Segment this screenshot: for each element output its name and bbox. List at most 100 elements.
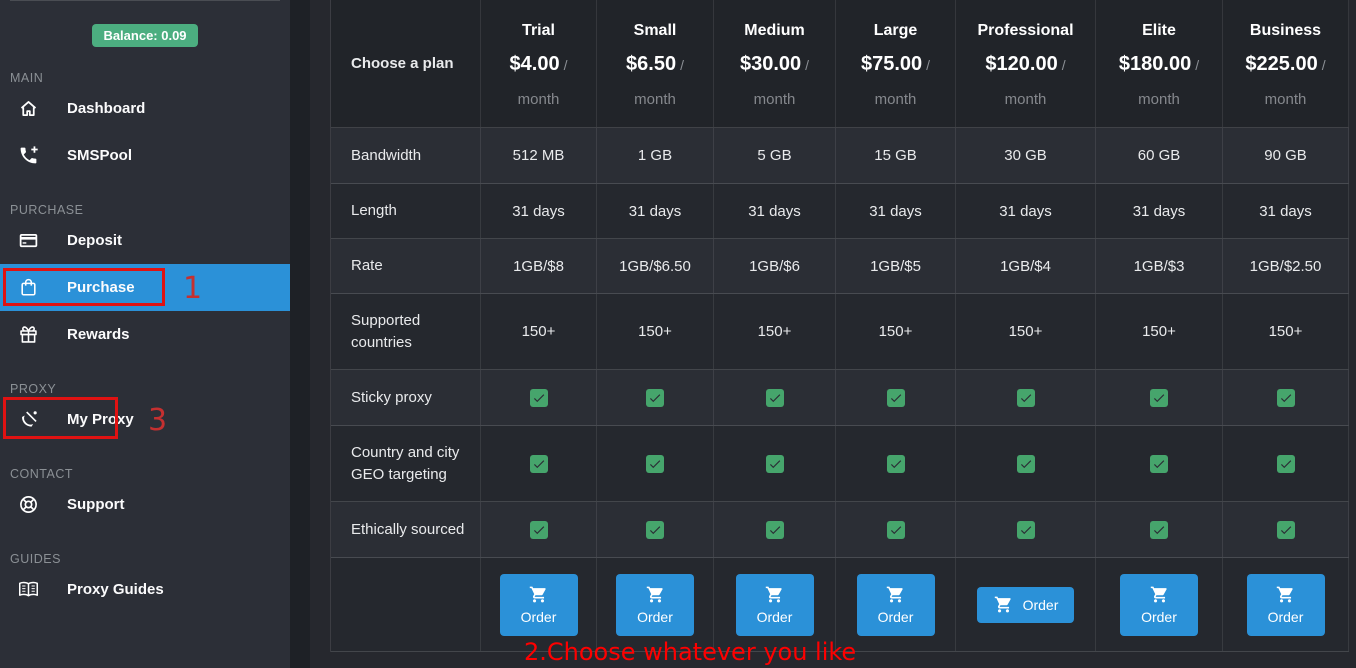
choose-a-plan-label: Choose a plan — [331, 0, 481, 127]
plan-name: Medium — [744, 22, 804, 40]
price-separator: / — [1062, 57, 1066, 73]
plan-price: $120.00 — [985, 53, 1057, 75]
order-cell-small: Order — [597, 558, 714, 651]
open-book-icon — [17, 579, 39, 601]
order-button-trial[interactable]: Order — [500, 574, 578, 636]
order-button-large[interactable]: Order — [857, 574, 935, 636]
feature-value: 150+ — [481, 294, 597, 369]
checked-checkbox-icon — [887, 521, 905, 539]
shopping-bag-icon — [17, 277, 39, 299]
order-button-label: Order — [757, 609, 793, 625]
checked-checkbox-icon — [1277, 389, 1295, 407]
feature-check-cell — [481, 426, 597, 501]
plan-header-row: Choose a planTrial$4.00/monthSmall$6.50/… — [331, 0, 1349, 128]
feature-value: 1 GB — [597, 128, 714, 183]
nav-section-guides: GUIDESProxy Guides — [0, 552, 290, 613]
sidebar-item-label: My Proxy — [67, 411, 134, 428]
plan-header-small: Small $6.50/ month — [597, 0, 714, 127]
nav-section-proxy: PROXYMy Proxy3 — [0, 382, 290, 443]
plan-per-month: month — [1005, 91, 1047, 108]
plan-header-large: Large$75.00/month — [836, 0, 956, 127]
feature-value: 60 GB — [1096, 128, 1223, 183]
sidebar-item-rewards[interactable]: Rewards — [0, 311, 290, 358]
feature-check-cell — [1096, 426, 1223, 501]
price-separator: / — [1322, 57, 1326, 73]
sidebar-content-gap — [290, 0, 310, 668]
feature-value: 1GB/$3 — [1096, 239, 1223, 293]
sidebar-item-deposit[interactable]: Deposit — [0, 217, 290, 264]
feature-check-cell — [956, 502, 1096, 557]
checked-checkbox-icon — [646, 389, 664, 407]
checked-checkbox-icon — [887, 389, 905, 407]
plan-per-month: month — [634, 91, 676, 108]
sidebar-item-proxy-guides[interactable]: Proxy Guides — [0, 566, 290, 613]
checked-checkbox-icon — [1150, 389, 1168, 407]
checked-checkbox-icon — [646, 455, 664, 473]
pricing-table: Choose a planTrial$4.00/monthSmall$6.50/… — [330, 0, 1349, 652]
plan-price: $6.50 — [626, 53, 676, 75]
plan-name: Small — [634, 22, 677, 40]
order-cell-business: Order — [1223, 558, 1349, 651]
feature-value: 150+ — [836, 294, 956, 369]
sidebar-item-purchase[interactable]: Purchase1 — [0, 264, 290, 311]
feature-value: 31 days — [956, 184, 1096, 238]
order-button-label: Order — [521, 609, 557, 625]
plan-price-line: $4.00/ — [510, 53, 568, 76]
checked-checkbox-icon — [1150, 521, 1168, 539]
price-separator: / — [680, 57, 684, 73]
checked-checkbox-icon — [766, 455, 784, 473]
checked-checkbox-icon — [766, 521, 784, 539]
order-button-business[interactable]: Order — [1247, 574, 1325, 636]
plan-per-month: month — [754, 91, 796, 108]
order-cell-trial: Order — [481, 558, 597, 651]
cart-icon — [993, 595, 1014, 614]
checked-checkbox-icon — [530, 389, 548, 407]
checked-checkbox-icon — [887, 455, 905, 473]
plan-price-line: $30.00/ — [740, 53, 809, 76]
feature-check-cell — [714, 502, 836, 557]
order-cell-professional: Order — [956, 558, 1096, 651]
order-button-label: Order — [878, 609, 914, 625]
main-content: Choose a planTrial$4.00/monthSmall$6.50/… — [310, 0, 1356, 668]
checked-checkbox-icon — [1017, 521, 1035, 539]
home-icon — [17, 98, 39, 120]
feature-check-cell — [481, 370, 597, 425]
nav-section-purchase: PURCHASEDepositPurchase1Rewards — [0, 203, 290, 358]
feature-label: Supported countries — [331, 294, 481, 369]
order-row-empty-cell — [331, 558, 481, 651]
plan-price-line: $225.00/ — [1245, 53, 1325, 76]
order-cell-elite: Order — [1096, 558, 1223, 651]
nav-section-label: CONTACT — [10, 467, 290, 481]
feature-check-cell — [1223, 502, 1349, 557]
checked-checkbox-icon — [1277, 521, 1295, 539]
plan-per-month: month — [875, 91, 917, 108]
feature-check-cell — [597, 502, 714, 557]
cart-icon — [764, 585, 785, 604]
feature-label: Country and city GEO targeting — [331, 426, 481, 501]
sidebar-item-support[interactable]: Support — [0, 481, 290, 528]
sidebar-item-label: Proxy Guides — [67, 581, 164, 598]
plan-header-professional: Professional$120.00/month — [956, 0, 1096, 127]
plan-price-line: $180.00/ — [1119, 53, 1199, 76]
order-button-elite[interactable]: Order — [1120, 574, 1198, 636]
order-button-label: Order — [637, 609, 673, 625]
feature-value: 5 GB — [714, 128, 836, 183]
feature-row-bandwidth: Bandwidth512 MB1 GB5 GB15 GB30 GB60 GB90… — [331, 128, 1349, 184]
feature-check-cell — [836, 426, 956, 501]
feature-value: 31 days — [714, 184, 836, 238]
order-button-small[interactable]: Order — [616, 574, 694, 636]
cart-icon — [528, 585, 549, 604]
feature-check-cell — [836, 502, 956, 557]
feature-check-cell — [1223, 426, 1349, 501]
order-button-professional[interactable]: Order — [977, 587, 1074, 623]
nav-section-label: MAIN — [10, 71, 290, 85]
feature-value: 1GB/$6 — [714, 239, 836, 293]
order-button-medium[interactable]: Order — [736, 574, 814, 636]
sidebar-item-dashboard[interactable]: Dashboard — [0, 85, 290, 132]
phone-plus-icon — [17, 145, 39, 167]
checked-checkbox-icon — [530, 455, 548, 473]
feature-value: 31 days — [597, 184, 714, 238]
sidebar-item-my-proxy[interactable]: My Proxy3 — [0, 396, 290, 443]
plan-name: Trial — [522, 22, 555, 40]
sidebar-item-smspool[interactable]: SMSPool — [0, 132, 290, 179]
